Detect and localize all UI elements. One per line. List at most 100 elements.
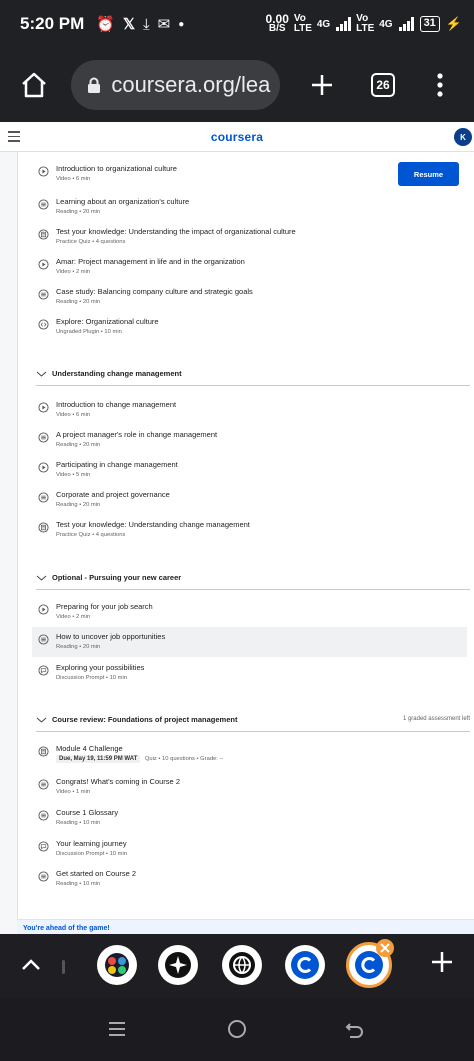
course-outline: Resume Introduction to organizational cu… — [17, 152, 474, 934]
banner-text: You're ahead of the game! — [23, 925, 110, 932]
list-item[interactable]: A project manager's role in change manag… — [38, 429, 438, 457]
list-item[interactable]: Congrats! What's coming in Course 2 Vide… — [38, 776, 438, 804]
reading-icon — [38, 634, 49, 645]
reading-icon — [38, 779, 49, 790]
download-icon: ⤓ — [143, 15, 150, 33]
charging-icon: ⚡ — [445, 16, 462, 31]
bubble-app-2[interactable] — [158, 945, 198, 985]
status-right: 0.00 B/S Vo LTE 4G Vo LTE 4G 31 ⚡ — [265, 12, 462, 34]
reading-icon — [38, 199, 49, 210]
net-speed: 0.00 B/S — [265, 12, 289, 34]
avatar[interactable]: K — [454, 128, 472, 146]
browser-menu-button[interactable] — [421, 65, 460, 105]
challenge-item[interactable]: Module 4 Challenge Due, May 19, 11:59 PM… — [38, 743, 438, 769]
list-item[interactable]: Your learning journey Discussion Prompt … — [38, 838, 438, 866]
list-item[interactable]: Amar: Project management in life and in … — [38, 256, 438, 284]
close-bubble-button[interactable] — [376, 939, 394, 957]
sim1-gen: 4G — [316, 18, 331, 30]
url-text: coursera.org/lea — [111, 72, 271, 97]
back-icon — [345, 1023, 363, 1038]
discussion-icon — [38, 841, 49, 852]
quiz-icon — [38, 229, 49, 240]
list-item[interactable]: Course 1 Glossary Reading • 10 min — [38, 807, 438, 835]
module-header[interactable]: Understanding change management — [36, 366, 470, 386]
tab-switcher-button[interactable]: 26 — [363, 65, 402, 105]
status-bar: 5:20 PM ⏰ 𝕏 ⤓ ✉ ● 0.00 B/S Vo LTE 4G Vo … — [0, 0, 474, 48]
coursera-logo[interactable]: coursera — [211, 130, 263, 144]
module-header[interactable]: Optional - Pursuing your new career — [36, 570, 470, 590]
signal-icon — [398, 17, 414, 31]
bubble-app-3[interactable] — [222, 945, 262, 985]
plus-icon — [432, 952, 452, 972]
system-nav-bar — [0, 998, 474, 1061]
home-circle-icon — [228, 1020, 246, 1038]
play-icon — [38, 166, 49, 177]
lock-icon — [87, 77, 101, 93]
list-item[interactable]: Introduction to change management Video … — [38, 399, 438, 427]
new-tab-button[interactable] — [302, 65, 341, 105]
recents-button[interactable] — [106, 1018, 128, 1045]
battery-icon: 31 — [419, 16, 440, 32]
back-button[interactable] — [344, 1018, 366, 1045]
sim2-label: Vo LTE — [356, 13, 375, 34]
bubble-edge — [62, 960, 65, 974]
tab-count: 26 — [371, 73, 396, 97]
home-button[interactable] — [14, 65, 53, 105]
quiz-icon — [38, 746, 49, 757]
clock: 5:20 PM — [20, 14, 85, 33]
menu-icon[interactable] — [8, 131, 20, 145]
dot-icon: ● — [178, 18, 185, 30]
close-icon — [380, 943, 390, 953]
chevron-down-icon — [36, 371, 47, 377]
chevron-up-icon — [22, 959, 40, 970]
bubble-coursera-1[interactable] — [285, 945, 325, 985]
list-item[interactable]: Participating in change management Video… — [38, 459, 438, 487]
list-item[interactable]: Case study: Balancing company culture an… — [38, 286, 438, 314]
play-icon — [38, 604, 49, 615]
reading-icon — [38, 810, 49, 821]
sim1-label: Vo LTE — [293, 13, 312, 34]
address-bar[interactable]: coursera.org/lea — [71, 60, 281, 110]
home-icon — [21, 72, 46, 98]
list-item[interactable]: Learning about an organization's culture… — [38, 196, 438, 224]
web-page: coursera K Resume Introduction to organi… — [0, 122, 474, 934]
bubble-app-1[interactable] — [97, 945, 137, 985]
coursera-icon — [291, 951, 319, 979]
reading-icon — [38, 871, 49, 882]
sim2-gen: 4G — [379, 18, 393, 30]
recents-icon — [109, 1022, 125, 1036]
plugin-icon — [38, 319, 49, 330]
banner-card: You're ahead of the game! — [17, 919, 474, 934]
more-vert-icon — [437, 73, 443, 97]
list-item[interactable]: Get started on Course 2 Reading • 10 min — [38, 868, 438, 896]
mail-icon: ✉ — [157, 16, 171, 33]
alarm-icon: ⏰ — [96, 16, 115, 33]
quiz-icon — [38, 522, 49, 533]
list-item[interactable]: Corporate and project governance Reading… — [38, 489, 438, 517]
signal-icon — [336, 17, 352, 31]
list-item[interactable]: Introduction to organizational culture V… — [38, 163, 438, 191]
list-item[interactable]: Explore: Organizational culture Ungraded… — [38, 316, 438, 344]
list-item[interactable]: Preparing for your job search Video • 2 … — [38, 601, 438, 629]
sparkle-icon — [165, 952, 191, 978]
globe-icon — [229, 952, 255, 978]
list-item[interactable]: Test your knowledge: Understanding chang… — [38, 519, 438, 547]
floating-bubbles-bar — [0, 934, 474, 998]
module-header[interactable]: Course review: Foundations of project ma… — [36, 712, 470, 732]
home-nav-button[interactable] — [226, 1018, 248, 1045]
play-icon — [38, 259, 49, 270]
list-item[interactable]: Test your knowledge: Understanding the i… — [38, 226, 438, 254]
reading-icon — [38, 492, 49, 503]
add-bubble-button[interactable] — [428, 948, 456, 981]
discussion-icon — [38, 665, 49, 676]
app-logo-icon — [105, 953, 129, 977]
browser-toolbar: coursera.org/lea 26 — [0, 48, 474, 122]
play-icon — [38, 462, 49, 473]
list-item[interactable]: Exploring your possibilities Discussion … — [38, 662, 438, 690]
chevron-down-icon — [36, 575, 47, 581]
collapse-button[interactable] — [18, 952, 44, 983]
site-header: coursera K — [0, 122, 474, 152]
list-item[interactable]: How to uncover job opportunities Reading… — [32, 627, 467, 657]
reading-icon — [38, 432, 49, 443]
x-app-icon: 𝕏 — [122, 16, 136, 33]
